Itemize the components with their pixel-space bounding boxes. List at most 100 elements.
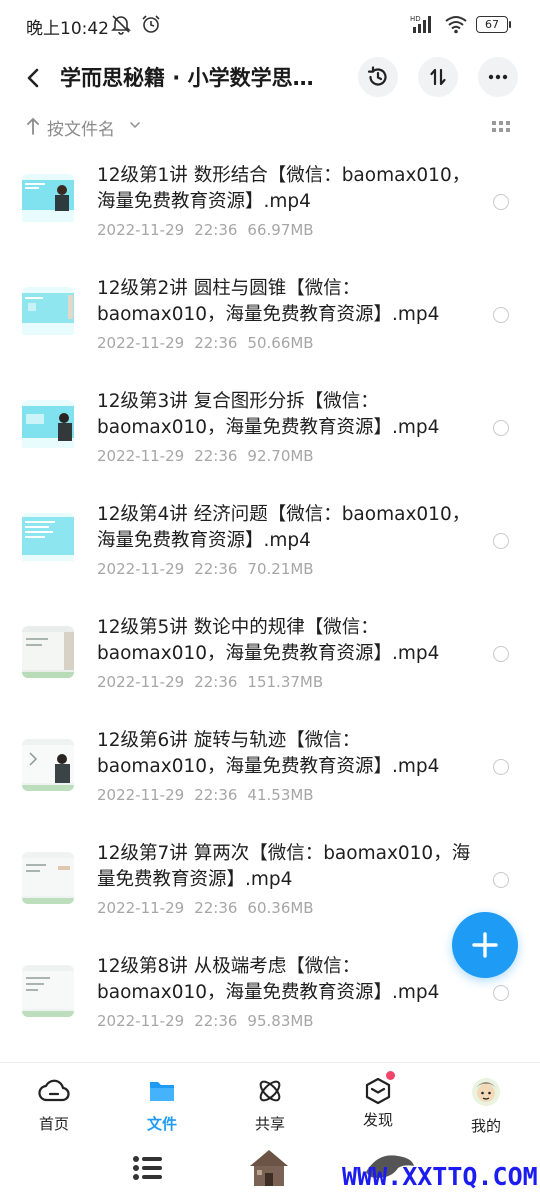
file-meta: 2022-11-29 22:36 70.21MB: [97, 560, 324, 578]
video-thumbnail: [22, 739, 74, 791]
history-button[interactable]: [358, 57, 398, 97]
file-date: 2022-11-29: [97, 673, 185, 691]
file-date: 2022-11-29: [97, 1012, 185, 1030]
select-radio[interactable]: [493, 420, 509, 436]
file-size: 60.36MB: [247, 899, 314, 917]
file-row[interactable]: 12级第4讲 经济问题【微信：baomax010，海量免费教育资源】.mp4 2…: [0, 489, 540, 602]
file-date: 2022-11-29: [97, 786, 185, 804]
nav-item-me[interactable]: 我的: [446, 1077, 526, 1136]
file-meta: 2022-11-29 22:36 95.83MB: [97, 1012, 324, 1030]
file-name: 12级第3讲 复合图形分拆【微信：baomax010，海量免费教育资源】.mp4: [97, 391, 440, 438]
select-radio[interactable]: [493, 194, 509, 210]
avatar-icon: [472, 1078, 500, 1106]
chevron-down-icon[interactable]: [128, 118, 142, 132]
file-date: 2022-11-29: [97, 334, 185, 352]
nav-label: 发现: [362, 1111, 393, 1129]
video-thumbnail: [22, 287, 74, 339]
file-size: 92.70MB: [247, 447, 314, 465]
video-thumbnail: [22, 626, 74, 678]
nav-item-files[interactable]: 文件: [122, 1077, 202, 1134]
file-date: 2022-11-29: [97, 221, 185, 239]
select-radio[interactable]: [493, 759, 509, 775]
header: 学而思秘籍 · 小学数学思…: [0, 52, 540, 104]
page-title: 学而思秘籍 · 小学数学思…: [60, 66, 314, 90]
file-meta: 2022-11-29 22:36 50.66MB: [97, 334, 324, 352]
sort-label[interactable]: 按文件名: [47, 115, 115, 140]
video-thumbnail: [22, 513, 74, 565]
file-name: 12级第8讲 从极端考虑【微信：baomax010，海量免费教育资源】.mp4: [97, 956, 440, 1003]
mute-bell-icon: [111, 15, 131, 35]
notification-badge: [386, 1071, 395, 1080]
file-meta: 2022-11-29 22:36 66.97MB: [97, 221, 324, 239]
house-icon[interactable]: [246, 1144, 292, 1190]
file-size: 50.66MB: [247, 334, 314, 352]
file-time: 22:36: [194, 673, 238, 691]
file-row[interactable]: 12级第1讲 数形结合【微信：baomax010，海量免费教育资源】.mp4 2…: [0, 150, 540, 263]
select-radio[interactable]: [493, 307, 509, 323]
alarm-clock-icon: [142, 15, 160, 33]
nav-label: 我的: [470, 1117, 501, 1135]
video-thumbnail: [22, 400, 74, 452]
watermark-text: WWW.XXTTQ.COM: [342, 1162, 538, 1191]
sort-arrows-icon: [430, 68, 446, 86]
file-name: 12级第4讲 经济问题【微信：baomax010，海量免费教育资源】.mp4: [97, 504, 471, 551]
file-date: 2022-11-29: [97, 560, 185, 578]
status-bar: 晚上10:42 HD 67: [0, 0, 540, 52]
back-button[interactable]: [18, 60, 50, 96]
more-dots-icon: [488, 74, 508, 80]
cloud-icon: [38, 1079, 70, 1102]
sort-toggle-button[interactable]: [418, 57, 458, 97]
file-time: 22:36: [194, 447, 238, 465]
file-size: 66.97MB: [247, 221, 314, 239]
select-radio[interactable]: [493, 533, 509, 549]
system-bar: WWW.XXTTQ.COM: [0, 1140, 540, 1200]
file-size: 70.21MB: [247, 560, 314, 578]
file-meta: 2022-11-29 22:36 92.70MB: [97, 447, 324, 465]
list-menu-icon[interactable]: [130, 1150, 166, 1186]
folder-icon: [150, 1082, 174, 1101]
history-icon: [367, 66, 387, 86]
plus-icon: [472, 932, 498, 958]
nav-item-home[interactable]: 首页: [14, 1077, 94, 1134]
file-time: 22:36: [194, 560, 238, 578]
grid-view-icon[interactable]: [492, 121, 510, 133]
file-name: 12级第1讲 数形结合【微信：baomax010，海量免费教育资源】.mp4: [97, 165, 471, 212]
nav-item-share[interactable]: 共享: [230, 1077, 310, 1134]
sort-up-icon[interactable]: [26, 116, 40, 136]
add-button[interactable]: [452, 912, 518, 978]
file-date: 2022-11-29: [97, 447, 185, 465]
file-meta: 2022-11-29 22:36 41.53MB: [97, 786, 324, 804]
network-label: HD: [410, 15, 421, 23]
nav-label: 共享: [254, 1115, 285, 1133]
nav-item-discover[interactable]: 发现: [338, 1071, 418, 1130]
status-time: 晚上10:42: [26, 19, 109, 39]
file-name: 12级第7讲 算两次【微信：baomax010，海量免费教育资源】.mp4: [97, 843, 471, 890]
file-time: 22:36: [194, 221, 238, 239]
file-list: 12级第1讲 数形结合【微信：baomax010，海量免费教育资源】.mp4 2…: [0, 150, 540, 1054]
file-name: 12级第6讲 旋转与轨迹【微信：baomax010，海量免费教育资源】.mp4: [97, 730, 440, 777]
file-time: 22:36: [194, 786, 238, 804]
file-row[interactable]: 12级第2讲 圆柱与圆锥【微信：baomax010，海量免费教育资源】.mp4 …: [0, 263, 540, 376]
file-meta: 2022-11-29 22:36 151.37MB: [97, 673, 333, 691]
nav-label: 首页: [38, 1115, 69, 1133]
file-time: 22:36: [194, 334, 238, 352]
select-radio[interactable]: [493, 872, 509, 888]
file-meta: 2022-11-29 22:36 60.36MB: [97, 899, 324, 917]
more-button[interactable]: [478, 57, 518, 97]
cube-icon: [365, 1077, 391, 1105]
video-thumbnail: [22, 174, 74, 226]
select-radio[interactable]: [493, 646, 509, 662]
signal-icon: HD: [410, 15, 431, 33]
video-thumbnail: [22, 965, 74, 1017]
file-size: 95.83MB: [247, 1012, 314, 1030]
file-row[interactable]: 12级第3讲 复合图形分拆【微信：baomax010，海量免费教育资源】.mp4…: [0, 376, 540, 489]
file-name: 12级第5讲 数论中的规律【微信：baomax010，海量免费教育资源】.mp4: [97, 617, 440, 664]
file-row[interactable]: 12级第6讲 旋转与轨迹【微信：baomax010，海量免费教育资源】.mp4 …: [0, 715, 540, 828]
battery-indicator: 67: [476, 15, 511, 33]
bottom-nav: 首页 文件 共享 发现 我的: [0, 1062, 540, 1139]
file-time: 22:36: [194, 1012, 238, 1030]
file-row[interactable]: 12级第5讲 数论中的规律【微信：baomax010，海量免费教育资源】.mp4…: [0, 602, 540, 715]
file-date: 2022-11-29: [97, 899, 185, 917]
select-radio[interactable]: [493, 985, 509, 1001]
atom-icon: [259, 1080, 281, 1102]
